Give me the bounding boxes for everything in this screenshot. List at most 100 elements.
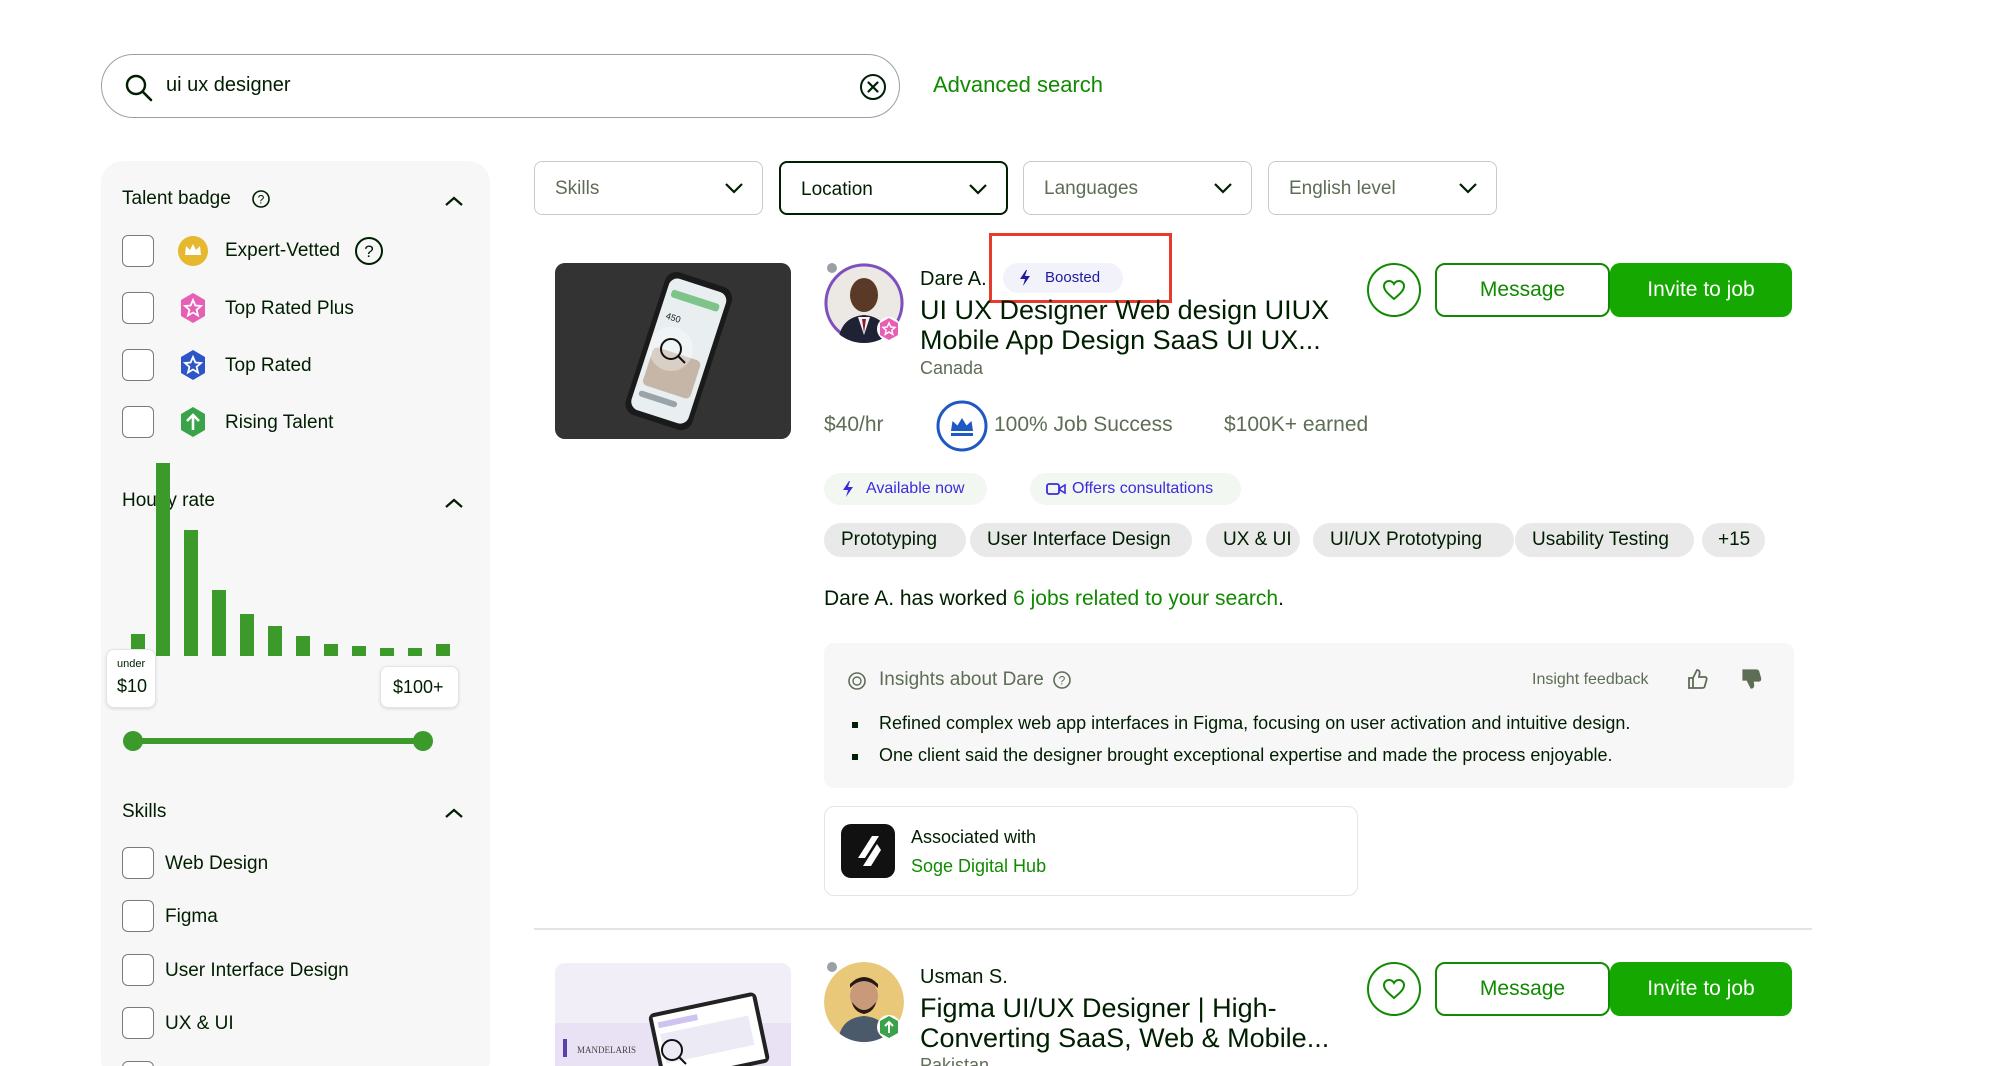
offers-consultations-badge: Offers consultations: [1030, 473, 1241, 505]
rate-max-handle[interactable]: [413, 731, 433, 751]
online-status-dot: [827, 263, 837, 273]
agency-name-link[interactable]: Soge Digital Hub: [911, 856, 1046, 877]
skill-chip[interactable]: User Interface Design: [970, 523, 1192, 557]
related-jobs-link[interactable]: 6 jobs related to your search: [1013, 587, 1278, 610]
help-icon[interactable]: ?: [1052, 670, 1072, 690]
search-query-text: ui ux designer: [166, 74, 291, 96]
clear-search-icon[interactable]: [857, 71, 889, 103]
skill-chip-label: Prototyping: [841, 529, 938, 550]
advanced-search-link[interactable]: Advanced search: [933, 72, 1103, 98]
skill-label: Web Design: [165, 853, 269, 874]
skills-heading: Skills: [122, 801, 167, 822]
english-level-filter-label: English level: [1289, 178, 1396, 199]
rising-talent-checkbox[interactable]: [122, 406, 154, 438]
svg-text:?: ?: [364, 242, 373, 261]
rate-max-label: $100+: [393, 677, 444, 697]
histogram-bar: [212, 590, 226, 656]
save-freelancer-button[interactable]: [1367, 263, 1421, 317]
histogram-bar: [156, 463, 170, 656]
freelancer-name[interactable]: Dare A.: [920, 268, 987, 291]
more-skills-chip[interactable]: +15: [1702, 523, 1765, 557]
thumb-text: MANDELARIS: [577, 1045, 636, 1055]
skill-chip[interactable]: UX & UI: [1206, 523, 1300, 557]
job-success-icon: [936, 400, 988, 452]
location-filter-dropdown[interactable]: Location: [779, 161, 1008, 215]
rate-min-handle[interactable]: [123, 731, 143, 751]
message-button[interactable]: Message: [1435, 263, 1610, 317]
filter-sidebar: Talent badge ? Expert-Vetted ? Top Rated…: [101, 161, 490, 1066]
profile-title[interactable]: UI UX Designer Web design UIUX Mobile Ap…: [920, 295, 1329, 355]
skill-chip-label: User Interface Design: [987, 529, 1171, 550]
portfolio-image: 450: [555, 263, 791, 439]
rate-range-track[interactable]: [132, 738, 422, 744]
skill-chip-label: UI/UX Prototyping: [1330, 529, 1483, 550]
top-rated-plus-checkbox[interactable]: [122, 292, 154, 324]
jobs-worked-text: Dare A. has worked 6 jobs related to you…: [824, 587, 1284, 611]
top-rated-plus-label: Top Rated Plus: [225, 298, 354, 319]
languages-filter-label: Languages: [1044, 178, 1139, 199]
skill-checkbox[interactable]: [122, 954, 154, 986]
chevron-down-icon: [969, 184, 987, 195]
skills-filter-dropdown[interactable]: Skills: [534, 161, 763, 215]
top-rated-checkbox[interactable]: [122, 349, 154, 381]
expert-vetted-checkbox[interactable]: [122, 235, 154, 267]
histogram-bar: [184, 530, 198, 656]
portfolio-thumbnail[interactable]: 450: [555, 263, 791, 439]
job-success-value: 100% Job Success: [994, 413, 1173, 436]
invite-to-job-button[interactable]: Invite to job: [1610, 962, 1792, 1016]
profile-title-line1: UI UX Designer Web design UIUX: [920, 295, 1330, 325]
collapse-talent-badge-icon[interactable]: [444, 195, 464, 207]
skill-checkbox[interactable]: [122, 900, 154, 932]
histogram-bar: [296, 636, 310, 656]
skill-label: Figma: [165, 906, 218, 927]
rising-talent-badge-icon: [181, 407, 205, 437]
talent-badge-heading: Talent badge: [122, 188, 231, 209]
help-icon[interactable]: ?: [251, 189, 271, 209]
skills-filter-label: Skills: [555, 178, 600, 199]
freelancer-name[interactable]: Usman S.: [920, 966, 1008, 989]
thumbs-up-icon[interactable]: [1686, 667, 1710, 691]
collapse-skills-icon[interactable]: [444, 807, 464, 819]
chevron-down-icon: [725, 183, 743, 194]
location-filter-label: Location: [801, 179, 873, 200]
skill-label: UX & UI: [165, 1013, 234, 1034]
skill-checkbox[interactable]: [122, 1061, 154, 1066]
expert-vetted-badge-icon: [178, 236, 208, 266]
profile-title-line1: Figma UI/UX Designer | High-: [920, 993, 1277, 1023]
skill-checkbox[interactable]: [122, 847, 154, 879]
collapse-hourly-rate-icon[interactable]: [444, 497, 464, 509]
freelancer-location: Canada: [920, 358, 984, 378]
expert-vetted-label: Expert-Vetted: [225, 240, 341, 261]
skill-chip[interactable]: Prototyping: [824, 523, 966, 557]
ai-sparkle-icon: [848, 672, 866, 690]
thumbs-down-icon[interactable]: [1740, 667, 1764, 691]
agency-association-card[interactable]: Associated with Soge Digital Hub: [824, 806, 1358, 896]
highlight-annotation: [989, 233, 1172, 303]
languages-filter-dropdown[interactable]: Languages: [1023, 161, 1252, 215]
rate-min-label: $10: [117, 676, 148, 696]
skill-chip-label: Usability Testing: [1532, 529, 1669, 550]
hourly-rate-value: $40/hr: [824, 413, 884, 436]
histogram-bar: [240, 614, 254, 656]
english-level-filter-dropdown[interactable]: English level: [1268, 161, 1497, 215]
rate-max-tooltip: $100+: [380, 666, 459, 708]
invite-to-job-button[interactable]: Invite to job: [1610, 263, 1792, 317]
message-button[interactable]: Message: [1435, 962, 1610, 1016]
histogram-bar: [268, 626, 282, 656]
save-freelancer-button[interactable]: [1367, 962, 1421, 1016]
freelancer-location: Pakistan: [920, 1055, 990, 1066]
profile-title-line2: Mobile App Design SaaS UI UX...: [920, 325, 1321, 355]
skill-chip[interactable]: UI/UX Prototyping: [1313, 523, 1514, 557]
search-input[interactable]: ui ux designer: [101, 54, 900, 118]
skill-checkbox[interactable]: [122, 1007, 154, 1039]
profile-title[interactable]: Figma UI/UX Designer | High- Converting …: [920, 993, 1329, 1053]
profile-title-line2: Converting SaaS, Web & Mobile...: [920, 1023, 1330, 1053]
insights-panel: Insights about Dare ? Insight feedback R…: [824, 643, 1794, 788]
help-icon[interactable]: ?: [354, 236, 384, 266]
available-now-badge: Available now: [824, 473, 987, 505]
skill-chip-label: +15: [1718, 529, 1751, 550]
rate-min-small: under: [117, 658, 146, 670]
portfolio-thumbnail[interactable]: MANDELARIS: [555, 963, 791, 1066]
available-now-label: Available now: [866, 480, 965, 497]
skill-chip[interactable]: Usability Testing: [1515, 523, 1694, 557]
